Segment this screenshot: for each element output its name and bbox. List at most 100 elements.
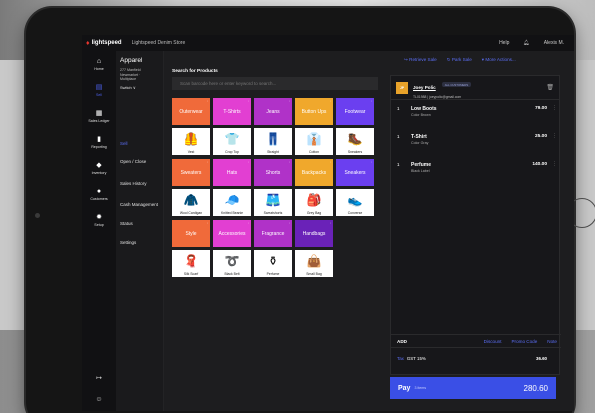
product-tile[interactable]: ⚱ Perfume bbox=[254, 250, 292, 277]
product-label: Knitted Beanie bbox=[220, 211, 244, 215]
product-tile[interactable]: 👖 Straight bbox=[254, 128, 292, 155]
pay-total: 280.60 bbox=[523, 383, 548, 393]
category-label: Button Ups bbox=[301, 108, 327, 115]
cart-line[interactable]: 1 Perfume Black Label 140.00 ⋮ bbox=[391, 158, 561, 186]
product-image: 🧥 bbox=[183, 193, 199, 207]
more-icon[interactable]: ⋮ bbox=[552, 161, 557, 167]
product-tile[interactable]: 🩳 Sweatshorts bbox=[254, 189, 292, 216]
product-tile[interactable]: 🎒 Grey Bag bbox=[295, 189, 333, 216]
tax-label[interactable]: Tax bbox=[397, 356, 404, 361]
subnav-sales-history[interactable]: Sales History bbox=[120, 181, 147, 186]
product-tile[interactable]: 🦺 Vest bbox=[172, 128, 210, 155]
subnav-cash-management[interactable]: Cash Management bbox=[120, 201, 160, 208]
subnav-status[interactable]: Status bbox=[120, 221, 133, 226]
category-tile[interactable]: Shorts ▫ bbox=[254, 159, 292, 186]
product-tile[interactable]: 🥾 Sneakers bbox=[336, 128, 374, 155]
nav-reporting[interactable]: ▮ Reporting bbox=[82, 129, 116, 155]
category-corner-icon: ▫ bbox=[248, 99, 249, 103]
bell-icon[interactable]: 🔔︎ bbox=[523, 40, 529, 46]
category-corner-icon: ▫ bbox=[371, 99, 372, 103]
nav-customers[interactable]: ● Customers bbox=[82, 181, 116, 207]
cart-line[interactable]: 1 T-Shirt Color Gray 25.00 ⋮ bbox=[391, 130, 561, 158]
product-tile[interactable]: 👕 Crop Top bbox=[213, 128, 251, 155]
people-icon: ● bbox=[96, 187, 102, 195]
store-name: Lightspeed Denim Store bbox=[131, 40, 186, 46]
nav-sales-ledger[interactable]: ▦ Sales Ledger bbox=[82, 103, 116, 129]
category-tile[interactable]: Footwear ▫ bbox=[336, 98, 374, 125]
product-tile[interactable]: 🧥 Wool Cardigan bbox=[172, 189, 210, 216]
product-tile[interactable]: 👟 Converse bbox=[336, 189, 374, 216]
retrieve-sale-button[interactable]: ↪ Retrieve Sale bbox=[404, 57, 437, 63]
category-tile[interactable]: Sneakers ▫ bbox=[336, 159, 374, 186]
category-tile[interactable]: T-Shirts ▫ bbox=[213, 98, 251, 125]
subnav-sell[interactable]: Sell bbox=[120, 141, 128, 146]
product-image: 👕 bbox=[224, 132, 240, 146]
help-link[interactable]: Help bbox=[499, 40, 509, 46]
category-tile[interactable]: Button Ups ▫ bbox=[295, 98, 333, 125]
category-corner-icon: ▫ bbox=[289, 99, 290, 103]
support-icon[interactable]: ☺ bbox=[95, 396, 102, 403]
category-tile[interactable]: Style ▫ bbox=[172, 220, 210, 247]
pay-button[interactable]: Pay 3 items 280.60 bbox=[390, 377, 556, 399]
tag-icon: ◆ bbox=[96, 161, 102, 169]
product-tile[interactable]: 🧢 Knitted Beanie bbox=[213, 189, 251, 216]
category-label: Jeans bbox=[266, 108, 280, 115]
category-tile[interactable]: Sweaters ▫ bbox=[172, 159, 210, 186]
user-menu[interactable]: Alexis M. bbox=[544, 40, 564, 46]
customer-row[interactable]: JP Joey Polic ALL CUSTOMERS TL01988 | joe… bbox=[391, 76, 559, 100]
product-image: 🧣 bbox=[183, 254, 199, 268]
product-tile[interactable]: ➰ Black Belt bbox=[213, 250, 251, 277]
nav-label: Reporting bbox=[91, 144, 107, 149]
cart-line[interactable]: 1 Low Boots Color Brown 79.00 ⋮ bbox=[391, 102, 561, 130]
customer-name[interactable]: Joey Polic bbox=[413, 85, 436, 90]
chart-icon: ▮ bbox=[97, 135, 101, 143]
category-label: Outerwear bbox=[179, 108, 203, 115]
park-sale-button[interactable]: ↻ Park Sale bbox=[447, 57, 472, 63]
category-tile[interactable]: Accessories ▫ bbox=[213, 220, 251, 247]
nav-inventory[interactable]: ◆ Inventory bbox=[82, 155, 116, 181]
category-tile[interactable]: Outerwear ▫ bbox=[172, 98, 210, 125]
logout-icon[interactable]: ↦ bbox=[96, 374, 102, 382]
more-icon[interactable]: ⋮ bbox=[552, 105, 557, 111]
category-corner-icon: ▫ bbox=[289, 221, 290, 225]
category-corner-icon: ▫ bbox=[207, 160, 208, 164]
category-tile[interactable]: Fragrance ▫ bbox=[254, 220, 292, 247]
subnav-open-close[interactable]: Open / Close bbox=[120, 159, 146, 164]
category-tile[interactable]: Backpacks ▫ bbox=[295, 159, 333, 186]
line-qty: 1 bbox=[397, 162, 400, 167]
product-image: 👜 bbox=[306, 254, 322, 268]
nav-home[interactable]: ⌂ Home bbox=[82, 51, 116, 77]
outlet-address: 277 Manfield Newmarket · Multiplace bbox=[120, 68, 141, 82]
category-tile[interactable]: Jeans ▫ bbox=[254, 98, 292, 125]
discount-button[interactable]: Discount bbox=[484, 339, 502, 344]
category-label: Sweaters bbox=[180, 169, 202, 176]
category-label: Hats bbox=[226, 169, 238, 176]
product-search-input[interactable] bbox=[172, 77, 378, 90]
category-corner-icon: ▫ bbox=[248, 221, 249, 225]
nav-label: Setup bbox=[94, 222, 104, 227]
product-tile[interactable]: 👔 Cotton bbox=[295, 128, 333, 155]
category-tile[interactable]: Handbags ▫ bbox=[295, 220, 333, 247]
line-name: Low Boots bbox=[411, 106, 437, 112]
product-image: ➰ bbox=[224, 254, 240, 268]
trash-icon[interactable]: 🗑︎ bbox=[546, 84, 554, 91]
left-nav: ⌂ Home ▤ Sell ▦ Sales Ledger ▮ Reporting ◆ In… bbox=[82, 51, 116, 411]
line-variant: Color Gray bbox=[411, 141, 429, 145]
product-image: 🎒 bbox=[306, 193, 322, 207]
note-button[interactable]: Note bbox=[547, 339, 557, 344]
subnav-settings[interactable]: Settings bbox=[120, 240, 136, 245]
promo-code-button[interactable]: Promo Code bbox=[511, 339, 537, 344]
more-icon[interactable]: ⋮ bbox=[552, 133, 557, 139]
nav-label: Customers bbox=[90, 196, 108, 201]
brand-logo[interactable]: ♦ lightspeed bbox=[86, 40, 122, 47]
product-tile[interactable]: 👜 Small Bag bbox=[295, 250, 333, 277]
nav-sell[interactable]: ▤ Sell bbox=[82, 77, 116, 103]
nav-label: Sales Ledger bbox=[88, 118, 110, 123]
category-tile[interactable]: Hats ▫ bbox=[213, 159, 251, 186]
more-actions-button[interactable]: ▾ More Actions... bbox=[482, 57, 516, 63]
nav-setup[interactable]: ✹ Setup bbox=[82, 207, 116, 233]
switch-outlet-button[interactable]: Switch ∨ bbox=[120, 85, 163, 90]
product-tile[interactable]: 🧣 Silk Scarf bbox=[172, 250, 210, 277]
add-label: ADD bbox=[397, 338, 407, 344]
product-label: Black Belt bbox=[224, 272, 240, 276]
